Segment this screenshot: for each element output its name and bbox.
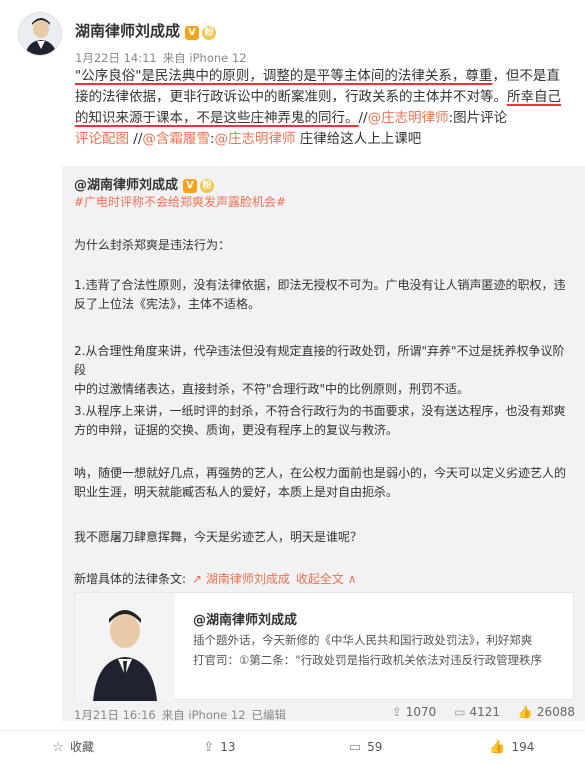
paragraph-line: 呐，随便一想就好几点，再强势的艺人，在公权力面前也是弱小的，今天可以定义劣迹艺人… [74,466,567,480]
linked-post-card[interactable]: @湖南律师刘成成 插个题外话，今天新修的《中华人民共和国行政处罚法》，利好郑爽 … [74,592,574,701]
separator: // [358,110,368,126]
repost-block[interactable]: @湖南律师刘成成 V 粉 #广电时评称不会给郑爽发声露脸机会# 为什么封杀郑爽是违法… [62,166,585,723]
new-law-reference: 新增具体的法律条文: ↗ 湖南律师刘成成 收起全文 ∧ [74,570,357,587]
like-icon: 👍 [517,705,533,719]
comment-icon: ▭ [348,740,362,755]
comment-button[interactable]: ▭ 59 [293,731,439,763]
like-icon: 👍 [489,740,506,755]
card-line: 插个题外话，今天新修的《中华人民共和国行政处罚法》，利好郑爽 [193,633,533,647]
highlighted-text: 所幸自 [507,89,548,105]
avatar-portrait-icon [19,13,61,55]
comment-label: 59 [367,740,383,754]
post-source: 来自 iPhone 12 [162,51,247,65]
card-title[interactable]: @湖南律师刘成成 [193,609,297,628]
card-description: 插个题外话，今天新修的《中华人民共和国行政处罚法》，利好郑爽 打官司：①第二条：… [193,630,565,670]
comment-icon: ▭ [454,705,466,719]
topic-hashtag[interactable]: #广电时评称不会给郑爽发声露脸机会# [74,193,286,210]
paragraph-line: 职业生涯，明天就能臧否私人的爱好，本质上是对自由扼杀。 [74,485,399,499]
favorite-button[interactable]: ☆ 收藏 [0,731,146,763]
paragraph-line: 反了上位法《宪法》，主体不适格。 [74,297,261,311]
comment-image-link[interactable]: 评论配图 [75,131,129,147]
comment-count[interactable]: ▭ 4121 [454,705,500,719]
like-count[interactable]: 👍 26088 [518,705,575,719]
repost-source: 来自 iPhone 12 [161,708,246,722]
fan-badge-icon: 粉 [202,26,217,40]
body-text: ，但不是直 [492,68,560,84]
mention-link[interactable]: @含霜履雪 [142,131,210,147]
collapse-full-text-link[interactable]: 收起全文 ∧ [296,572,357,586]
repost-paragraph: 我不愿屠刀肆意挥舞，今天是劣迹艺人，明天是谁呢？ [74,530,363,544]
repost-paragraph: 为什么封杀郑爽是违法行为： [74,238,231,252]
repost-paragraph: 3.从程序上来讲，一纸时评的封杀，不符合行政行为的书面要求，没有送达程序，也没有… [74,402,566,440]
paragraph-line: 2.从合理性角度来讲，代孕违法但没有规定直接的行政处罚，所谓"弃养"不过是抚养权… [74,344,565,377]
favorite-label: 收藏 [69,740,94,754]
paragraph-line: 中的过激情绪表达，直接封杀，不符"合理行政"中的比例原则，刑罚不适。 [74,382,470,396]
author-name[interactable]: 湖南律师刘成成 V 粉 [75,20,217,41]
repost-count[interactable]: ⇪ 1070 [392,705,437,719]
post-time[interactable]: 1月22日 14:11 [75,51,157,65]
repost-label: 13 [220,740,236,754]
fan-badge-icon: 粉 [200,179,215,193]
repost-paragraph: 1.违背了合法性原则，没有法律依据，即法无授权不可为。广电没有让人销声匿迹的职权… [74,276,566,314]
paragraph-line: 3.从程序上来讲，一纸时评的封杀，不符合行政行为的书面要求，没有送达程序，也没有… [74,404,566,418]
person-photo-icon [75,593,175,701]
repost-meta: 1月21日 16:16 来自 iPhone 12 已编辑 [74,707,292,723]
post-header: 湖南律师刘成成 V 粉 [18,12,573,56]
verified-badge-icon: V [185,26,200,40]
like-button[interactable]: 👍 194 [439,731,585,763]
star-icon: ☆ [52,740,64,755]
mention-link[interactable]: @庄志明律师 [368,110,449,126]
comment-count-value: 4121 [469,705,501,719]
repost-count-value: 1070 [405,705,437,719]
like-label: 194 [511,740,535,754]
reference-link[interactable]: ↗ 湖南律师刘成成 [192,572,290,586]
edited-label[interactable]: 已编辑 [252,708,287,722]
action-toolbar: ☆ 收藏 ⇪ 13 ▭ 59 👍 194 [0,730,585,763]
repost-author-text[interactable]: @湖南律师刘成成 [74,178,178,193]
body-text: 庄律给这人上上课吧 [295,131,422,147]
repost-icon: ⇪ [203,740,215,755]
repost-time[interactable]: 1月21日 16:16 [74,708,156,722]
repost-paragraph: 2.从合理性角度来讲，代孕违法但没有规定直接的行政处罚，所谓"弃养"不过是抚养权… [74,342,566,399]
card-line: 打官司：①第二条："行政处罚是指行政机关依法对违反行政管理秩序 [193,653,543,667]
verified-badge-icon: V [183,179,198,193]
paragraph-line: 方的申辩，证据的交换、质询，更没有程序上的复议与救济。 [74,423,399,437]
mention-link[interactable]: @庄志明律师 [214,131,295,147]
author-name-text[interactable]: 湖南律师刘成成 [75,22,180,40]
post-body: "公序良俗"是民法典中的原则，调整的是平等主体间的法律关系，尊重，但不是直接的法… [75,66,573,150]
repost-button[interactable]: ⇪ 13 [146,731,292,763]
paragraph-line: 1.违背了合法性原则，没有法律依据，即法无授权不可为。广电没有让人销声匿迹的职权… [74,278,566,292]
repost-paragraph: 呐，随便一想就好几点，再强势的艺人，在公权力面前也是弱小的，今天可以定义劣迹艺人… [74,464,566,502]
body-text: 接的法律依据，更非行政诉讼中的断案准则，行政关系的主体并不对等。 [75,89,507,105]
repost-icon: ⇪ [391,705,402,719]
like-count-value: 26088 [536,705,575,719]
repost-stats: ⇪ 1070 ▭ 4121 👍 26088 [378,705,575,719]
body-text: :图片评论 [448,110,508,126]
post-meta: 1月22日 14:11 来自 iPhone 12 [75,50,253,66]
avatar[interactable] [18,12,62,56]
card-thumbnail[interactable] [75,593,175,701]
reference-label: 新增具体的法律条文: [74,572,187,586]
highlighted-text: "公序良俗"是民法典中的原则，调整的是平等主体间的法律关系，尊重 [75,68,493,84]
separator: // [129,131,143,147]
repost-author[interactable]: @湖南律师刘成成 V 粉 [74,174,215,193]
